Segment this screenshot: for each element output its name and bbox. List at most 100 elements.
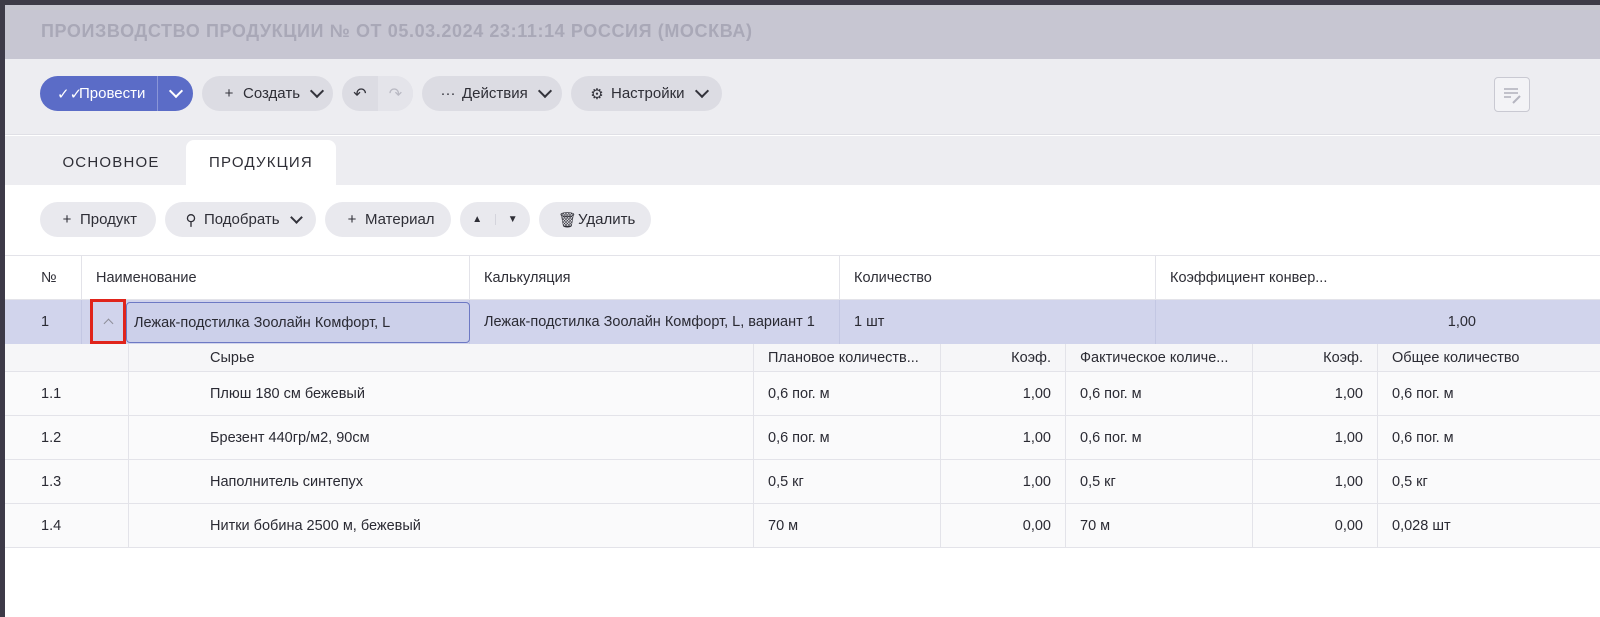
material-actual-qty[interactable]: 0,6 пог. м [1066, 372, 1253, 415]
actions-button[interactable]: ··· Действия [422, 76, 562, 111]
material-row[interactable]: 1.3 Наполнитель синтепух 0,5 кг 1,00 0,5… [5, 460, 1600, 504]
undo-icon: ↶ [353, 85, 367, 103]
column-header-quantity[interactable]: Количество [840, 256, 1156, 299]
material-row-number: 1.2 [5, 416, 129, 459]
page-title: ПРОИЗВОДСТВО ПРОДУКЦИИ № ОТ 05.03.2024 2… [41, 21, 753, 41]
column-header-coef-planned[interactable]: Коэф. [941, 344, 1066, 371]
chevron-down-icon [694, 83, 709, 99]
material-planned-qty[interactable]: 0,6 пог. м [754, 416, 941, 459]
post-button-label: Провести [79, 85, 146, 102]
chevron-down-icon [537, 83, 552, 99]
add-material-button[interactable]: + Материал [325, 202, 451, 237]
material-actual-qty[interactable]: 0,5 кг [1066, 460, 1253, 503]
material-coef-planned[interactable]: 1,00 [941, 372, 1066, 415]
material-actual-qty[interactable]: 0,6 пог. м [1066, 416, 1253, 459]
redo-button[interactable]: ↷ [378, 76, 413, 111]
material-planned-qty[interactable]: 70 м [754, 504, 941, 547]
create-button[interactable]: + Создать [202, 76, 333, 111]
material-name[interactable]: Наполнитель синтепух [129, 460, 754, 503]
post-button-group: ✓✓ Провести [40, 76, 193, 111]
add-product-button[interactable]: + Продукт [40, 202, 156, 237]
pick-button[interactable]: ⚲ Подобрать [165, 202, 316, 237]
move-up-button[interactable]: ▲ [460, 214, 496, 225]
title-bar: ПРОИЗВОДСТВО ПРОДУКЦИИ № ОТ 05.03.2024 2… [5, 5, 1600, 59]
material-planned-qty[interactable]: 0,6 пог. м [754, 372, 941, 415]
material-name[interactable]: Нитки бобина 2500 м, бежевый [129, 504, 754, 547]
column-header-actual-qty[interactable]: Фактическое количе... [1066, 344, 1253, 371]
double-check-icon: ✓✓ [57, 85, 83, 103]
redo-icon: ↷ [388, 85, 403, 103]
row-number: 1 [5, 300, 82, 344]
post-button[interactable]: ✓✓ Провести [40, 76, 157, 111]
chevron-up-icon [103, 318, 113, 329]
tab-products[interactable]: ПРОДУКЦИЯ [186, 140, 336, 185]
settings-button-label: Настройки [611, 85, 685, 102]
gear-icon: ⚙ [590, 85, 604, 103]
chevron-down-icon [289, 210, 303, 224]
column-header-coef-actual[interactable]: Коэф. [1253, 344, 1378, 371]
settings-button[interactable]: ⚙ Настройки [571, 76, 722, 111]
row-calculation[interactable]: Лежак-подстилка Зоолайн Комфорт, L, вари… [470, 300, 840, 344]
delete-button-label: Удалить [578, 211, 636, 228]
materials-header-spacer [5, 344, 129, 371]
row-name-input[interactable]: Лежак-подстилка Зоолайн Комфорт, L [126, 302, 470, 343]
column-header-planned-qty[interactable]: Плановое количеств... [754, 344, 941, 371]
delete-button[interactable]: 🗑 Удалить [539, 202, 651, 237]
material-coef-planned[interactable]: 0,00 [941, 504, 1066, 547]
plus-icon: + [224, 85, 234, 102]
more-horizontal-icon: ··· [440, 85, 456, 102]
undo-redo-group: ↶ ↷ [342, 76, 413, 111]
material-name[interactable]: Брезент 440гр/м2, 90см [129, 416, 754, 459]
plus-icon: + [62, 211, 72, 228]
row-quantity[interactable]: 1 шт [840, 300, 1156, 344]
tab-bar: ОСНОВНОЕ ПРОДУКЦИЯ [5, 136, 1600, 185]
add-material-label: Материал [365, 211, 435, 228]
material-actual-qty[interactable]: 70 м [1066, 504, 1253, 547]
undo-button[interactable]: ↶ [342, 76, 378, 111]
row-coefficient[interactable]: 1,00 [1156, 300, 1476, 344]
chevron-down-icon [309, 83, 325, 99]
material-coef-planned[interactable]: 1,00 [941, 416, 1066, 459]
material-row[interactable]: 1.2 Брезент 440гр/м2, 90см 0,6 пог. м 1,… [5, 416, 1600, 460]
materials-header: Сырье Плановое количеств... Коэф. Фактич… [5, 344, 1600, 372]
material-total-qty[interactable]: 0,5 кг [1378, 460, 1600, 503]
material-total-qty[interactable]: 0,028 шт [1378, 504, 1600, 547]
material-coef-actual[interactable]: 1,00 [1253, 416, 1378, 459]
material-row-number: 1.4 [5, 504, 129, 547]
material-row-number: 1.3 [5, 460, 129, 503]
column-header-calculation[interactable]: Калькуляция [470, 256, 840, 299]
material-coef-planned[interactable]: 1,00 [941, 460, 1066, 503]
move-row-group: ▲ ▼ [460, 202, 530, 237]
material-coef-actual[interactable]: 1,00 [1253, 460, 1378, 503]
column-header-total-qty[interactable]: Общее количество [1378, 344, 1600, 371]
material-total-qty[interactable]: 0,6 пог. м [1378, 416, 1600, 459]
column-header-name[interactable]: Наименование [82, 256, 470, 299]
material-row[interactable]: 1.1 Плюш 180 см бежевый 0,6 пог. м 1,00 … [5, 372, 1600, 416]
pick-button-label: Подобрать [204, 211, 280, 228]
trash-icon: 🗑 [558, 211, 578, 229]
actions-button-label: Действия [462, 85, 528, 102]
table-header: № Наименование Калькуляция Количество Ко… [5, 255, 1600, 300]
chevron-down-icon [168, 83, 183, 99]
column-header-number[interactable]: № [5, 256, 82, 299]
search-icon: ⚲ [185, 211, 197, 229]
document-edit-icon [1504, 87, 1521, 104]
create-button-label: Создать [243, 85, 301, 102]
post-dropdown-button[interactable] [158, 83, 193, 99]
document-window: ПРОИЗВОДСТВО ПРОДУКЦИИ № ОТ 05.03.2024 2… [5, 5, 1600, 617]
caret-down-icon: ▼ [507, 214, 518, 225]
material-coef-actual[interactable]: 1,00 [1253, 372, 1378, 415]
material-planned-qty[interactable]: 0,5 кг [754, 460, 941, 503]
notes-button[interactable] [1494, 77, 1530, 112]
collapse-row-button[interactable] [90, 299, 126, 344]
material-row[interactable]: 1.4 Нитки бобина 2500 м, бежевый 70 м 0,… [5, 504, 1600, 548]
column-header-coefficient[interactable]: Коэффициент конвер... [1156, 256, 1600, 299]
material-name[interactable]: Плюш 180 см бежевый [129, 372, 754, 415]
tab-main[interactable]: ОСНОВНОЕ [47, 140, 175, 185]
move-down-button[interactable]: ▼ [496, 214, 531, 225]
main-toolbar: ✓✓ Провести + Создать ↶ ↷ ··· Действия ⚙… [5, 59, 1600, 135]
material-total-qty[interactable]: 0,6 пог. м [1378, 372, 1600, 415]
column-header-material[interactable]: Сырье [129, 344, 754, 371]
material-coef-actual[interactable]: 0,00 [1253, 504, 1378, 547]
table-toolbar: + Продукт ⚲ Подобрать + Материал ▲ ▼ 🗑 У… [5, 185, 1600, 255]
